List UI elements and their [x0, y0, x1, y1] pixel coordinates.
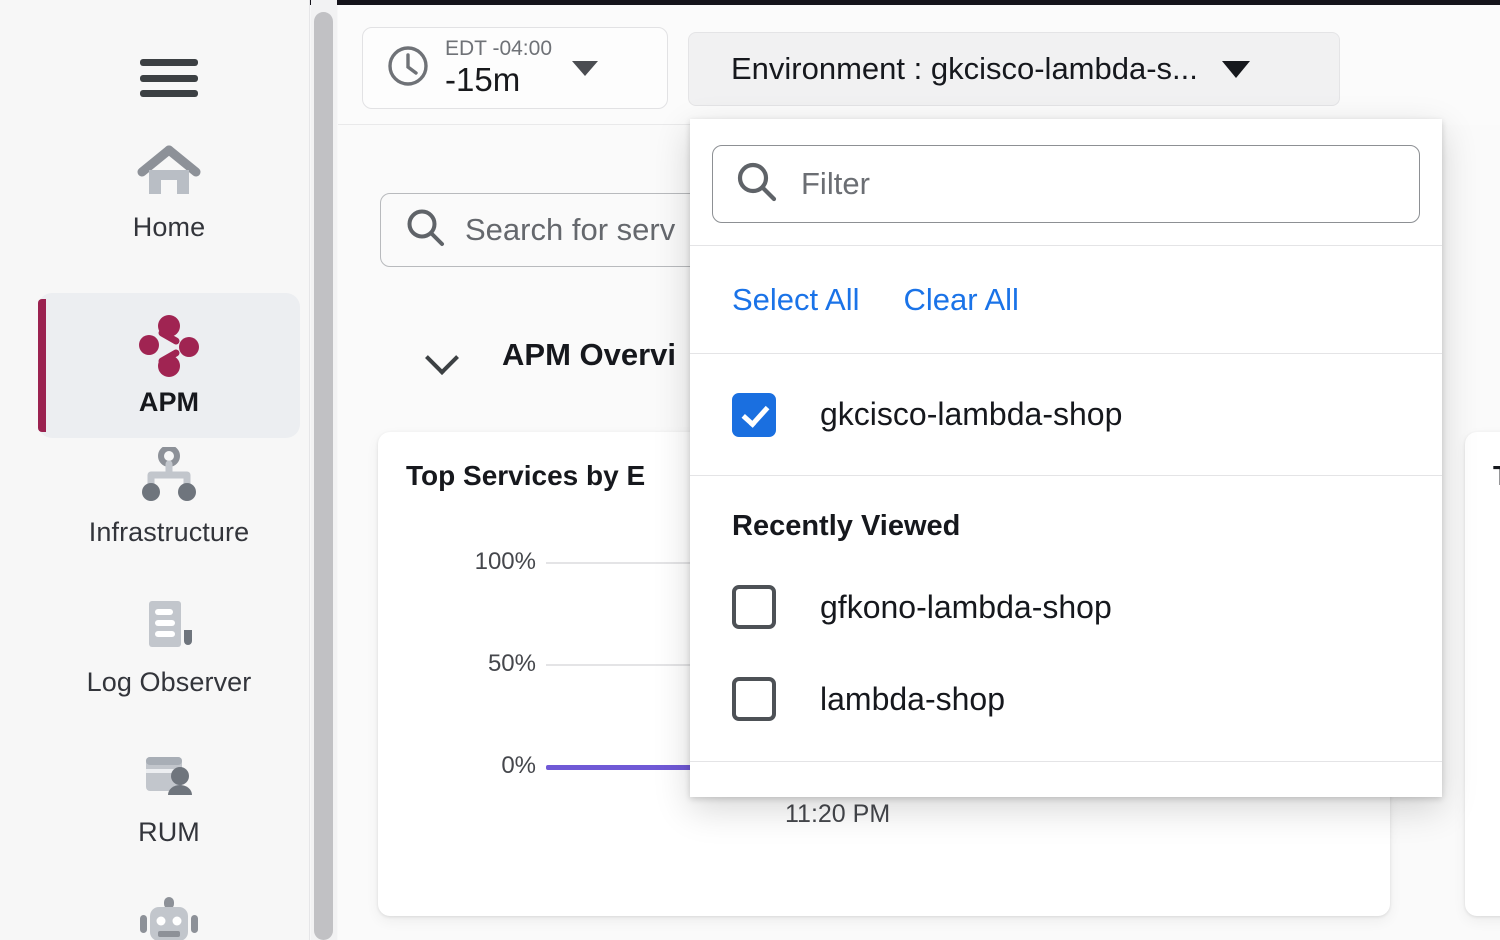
card-title: Top Services by E — [406, 460, 645, 492]
apm-nodes-icon — [136, 315, 202, 377]
dropdown-filter-section: Filter — [690, 119, 1442, 246]
environment-picker-button[interactable]: Environment : gkcisco-lambda-s... — [688, 32, 1340, 106]
dropdown-option-label: gkcisco-lambda-shop — [820, 396, 1122, 433]
dropdown-footer — [690, 762, 1442, 808]
service-search-placeholder: Search for serv — [465, 212, 675, 248]
recently-viewed-group: Recently Viewed gfkono-lambda-shop lambd… — [690, 476, 1442, 762]
clear-all-link[interactable]: Clear All — [904, 282, 1019, 318]
dropdown-filter-placeholder: Filter — [801, 166, 870, 202]
sidebar-item-label: Infrastructure — [89, 517, 249, 548]
time-range-picker[interactable]: EDT -04:00 -15m — [362, 27, 668, 109]
toolbar-filler — [1338, 5, 1500, 125]
dropdown-option-gkcisco-lambda-shop[interactable]: gkcisco-lambda-shop — [690, 354, 1442, 476]
sidebar-scrollbar-thumb[interactable] — [314, 12, 333, 940]
time-range-text: EDT -04:00 -15m — [445, 37, 552, 99]
chevron-down-icon — [428, 346, 458, 364]
search-icon — [405, 207, 447, 254]
dropdown-option-label: gfkono-lambda-shop — [820, 589, 1112, 626]
chevron-down-icon — [572, 61, 598, 76]
robot-icon — [136, 895, 202, 940]
search-icon — [735, 160, 779, 209]
sidebar-item-log-observer[interactable]: Log Observer — [38, 595, 300, 698]
dropdown-option-label: lambda-shop — [820, 681, 1005, 718]
select-all-link[interactable]: Select All — [732, 282, 860, 318]
left-sidebar: Home APM — [0, 0, 310, 940]
home-icon — [136, 140, 202, 202]
y-tick-label: 100% — [475, 548, 536, 576]
checkbox-checked-icon[interactable] — [732, 393, 776, 437]
log-observer-icon — [136, 595, 202, 657]
hamburger-bar — [140, 90, 198, 97]
chart-y-axis: 100% 50% 0% — [406, 522, 536, 762]
apm-overview-section-header[interactable]: APM Overvi — [428, 337, 676, 373]
time-range-label: -15m — [445, 61, 552, 99]
active-accent-bar — [38, 299, 46, 432]
clock-icon — [385, 43, 431, 94]
checkbox-unchecked-icon[interactable] — [732, 677, 776, 721]
dropdown-bulk-actions: Select All Clear All — [690, 246, 1442, 354]
infrastructure-icon — [136, 445, 202, 507]
recently-viewed-title: Recently Viewed — [690, 476, 1442, 543]
sidebar-item-infrastructure[interactable]: Infrastructure — [38, 445, 300, 548]
sidebar-item-apm[interactable]: APM — [38, 293, 300, 438]
timezone-label: EDT -04:00 — [445, 37, 552, 60]
environment-picker-label: Environment : gkcisco-lambda-s... — [731, 51, 1198, 87]
hamburger-menu-icon[interactable] — [140, 55, 198, 101]
checkbox-unchecked-icon[interactable] — [732, 585, 776, 629]
dropdown-option-lambda-shop[interactable]: lambda-shop — [690, 653, 1442, 745]
chevron-down-icon — [1222, 61, 1250, 78]
sidebar-item-ai-assistant[interactable] — [38, 895, 300, 940]
y-tick-label: 50% — [488, 650, 536, 678]
toolbar: EDT -04:00 -15m Environment : gkcisco-la… — [338, 5, 1500, 125]
hamburger-bar — [140, 59, 198, 66]
sidebar-item-label: Log Observer — [87, 667, 252, 698]
sidebar-item-label: Home — [133, 212, 205, 243]
dropdown-option-gfkono-lambda-shop[interactable]: gfkono-lambda-shop — [690, 561, 1442, 653]
rum-icon — [136, 745, 202, 807]
card-title: T — [1493, 460, 1500, 492]
dropdown-filter-input[interactable]: Filter — [712, 145, 1420, 223]
sidebar-item-home[interactable]: Home — [38, 140, 300, 243]
environment-dropdown-panel: Filter Select All Clear All gkcisco-lamb… — [690, 119, 1442, 797]
secondary-card: T — [1465, 432, 1500, 916]
app-root: Home APM — [0, 0, 1500, 940]
page-title: APM Overvi — [502, 337, 676, 373]
sidebar-item-rum[interactable]: RUM — [38, 745, 300, 848]
sidebar-item-label: RUM — [138, 817, 200, 848]
y-tick-label: 0% — [501, 752, 536, 780]
hamburger-bar — [140, 75, 198, 82]
sidebar-item-label: APM — [139, 387, 199, 418]
